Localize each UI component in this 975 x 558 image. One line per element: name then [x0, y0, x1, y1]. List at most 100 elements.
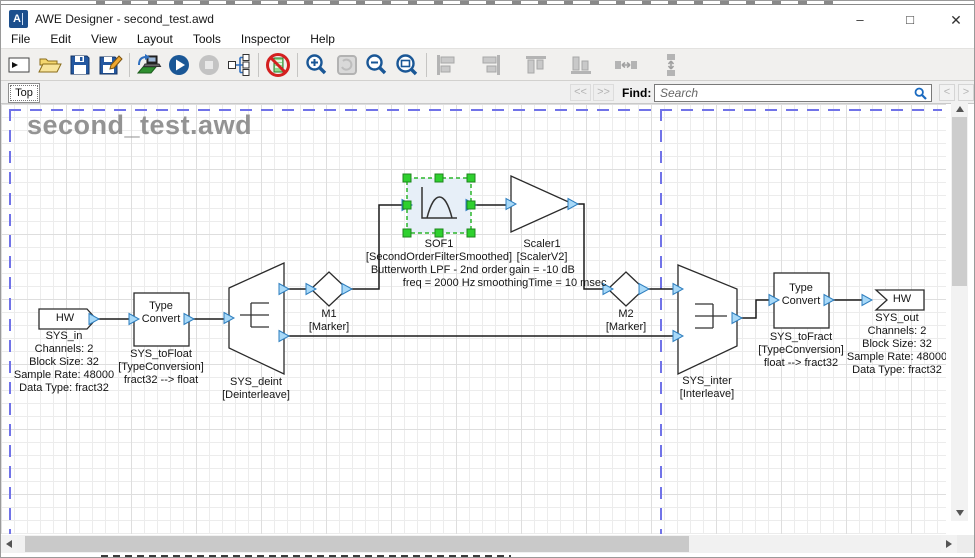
- app-logo-letter: A: [13, 13, 21, 25]
- toolbar: [1, 48, 975, 81]
- open-folder-icon: [37, 52, 63, 78]
- scroll-right-button[interactable]: [941, 535, 957, 553]
- horizontal-scrollbar[interactable]: [1, 535, 957, 553]
- horizontal-scroll-thumb[interactable]: [25, 536, 689, 552]
- new-design-icon: [7, 52, 33, 78]
- zoom-out-button[interactable]: [362, 50, 392, 80]
- save-icon: [67, 52, 93, 78]
- align-right-icon: [478, 52, 504, 78]
- selection-handle[interactable]: [467, 229, 475, 237]
- find-prev-button[interactable]: <: [939, 84, 955, 101]
- selection-handle[interactable]: [467, 201, 475, 209]
- distribute-vertical-icon: [658, 52, 684, 78]
- stop-button[interactable]: [194, 50, 224, 80]
- block-sys-tofloat[interactable]: [134, 293, 189, 346]
- block-sys-tofract[interactable]: [774, 273, 829, 328]
- history-forward-button[interactable]: >>: [593, 84, 614, 101]
- scroll-down-icon: [956, 510, 964, 516]
- align-right-button[interactable]: [476, 50, 506, 80]
- wire-scaler1-m2[interactable]: [577, 204, 604, 289]
- vertical-scroll-thumb[interactable]: [952, 117, 967, 286]
- toolbar-separator: [129, 53, 130, 77]
- zoom-selection-icon: [394, 52, 420, 78]
- port-sysin-out[interactable]: [89, 314, 99, 325]
- tab-top[interactable]: Top: [8, 83, 40, 103]
- vertical-scrollbar[interactable]: [951, 101, 968, 521]
- menu-bar: File Edit View Layout Tools Inspector He…: [1, 31, 975, 48]
- window-title: AWE Designer - second_test.awd: [35, 12, 214, 26]
- menu-edit[interactable]: Edit: [40, 31, 81, 48]
- disable-inspectors-button[interactable]: [263, 50, 293, 80]
- toolbar-separator: [297, 53, 298, 77]
- connect-target-icon: [136, 52, 162, 78]
- align-left-icon: [433, 52, 459, 78]
- menu-help[interactable]: Help: [300, 31, 345, 48]
- history-back-button[interactable]: <<: [570, 84, 591, 101]
- scroll-down-button[interactable]: [951, 505, 968, 521]
- scroll-left-button[interactable]: [1, 535, 17, 553]
- close-button[interactable]: ✕: [940, 7, 972, 31]
- selection-handle[interactable]: [403, 229, 411, 237]
- find-input[interactable]: [654, 84, 932, 102]
- zoom-actual-button[interactable]: [332, 50, 362, 80]
- distribute-horizontal-button[interactable]: [611, 50, 641, 80]
- app-logo-icon: A: [9, 10, 28, 28]
- block-sof1-selected[interactable]: [407, 178, 471, 233]
- block-sys-inter[interactable]: [678, 265, 737, 374]
- save-button[interactable]: [65, 50, 95, 80]
- new-design-button[interactable]: [5, 50, 35, 80]
- menu-tools[interactable]: Tools: [183, 31, 231, 48]
- zoom-in-button[interactable]: [302, 50, 332, 80]
- minimize-button[interactable]: –: [844, 7, 876, 31]
- play-icon: [166, 52, 192, 78]
- align-top-icon: [523, 52, 549, 78]
- selection-handle[interactable]: [467, 174, 475, 182]
- zoom-actual-icon: [334, 52, 360, 78]
- toolbar-separator: [426, 53, 427, 77]
- find-next-button[interactable]: >: [958, 84, 974, 101]
- maximize-button[interactable]: □: [894, 7, 926, 31]
- align-left-button[interactable]: [431, 50, 461, 80]
- port-scaler1-out[interactable]: [568, 199, 578, 210]
- disable-inspectors-icon: [265, 52, 291, 78]
- distribute-vertical-button[interactable]: [656, 50, 686, 80]
- selection-handle[interactable]: [403, 201, 411, 209]
- menu-inspector[interactable]: Inspector: [231, 31, 300, 48]
- distribute-horizontal-icon: [613, 52, 639, 78]
- selection-handle[interactable]: [435, 229, 443, 237]
- design-canvas[interactable]: second_test.awd: [1, 104, 946, 534]
- block-scaler1[interactable]: [511, 176, 573, 232]
- wire-inter-tofract[interactable]: [741, 300, 769, 318]
- diagram: [1, 104, 946, 534]
- stop-icon: [196, 52, 222, 78]
- connect-target-button[interactable]: [134, 50, 164, 80]
- tab-bar: Top << >> Find: < >: [1, 81, 975, 104]
- save-as-icon: [97, 52, 123, 78]
- save-as-button[interactable]: [95, 50, 125, 80]
- run-button[interactable]: [164, 50, 194, 80]
- wire-m1-sof1[interactable]: [351, 205, 403, 289]
- search-icon[interactable]: [914, 87, 927, 100]
- block-sys-out[interactable]: [876, 290, 924, 310]
- scrollbar-corner: [957, 535, 975, 553]
- selection-handle[interactable]: [435, 174, 443, 182]
- menu-file[interactable]: File: [1, 31, 40, 48]
- port-sysout-in[interactable]: [862, 295, 872, 306]
- title-bar: A AWE Designer - second_test.awd – □ ✕: [1, 4, 975, 31]
- open-button[interactable]: [35, 50, 65, 80]
- port-m1-out[interactable]: [342, 284, 352, 295]
- align-top-button[interactable]: [521, 50, 551, 80]
- propagate-changes-button[interactable]: [224, 50, 254, 80]
- scroll-up-icon: [956, 106, 964, 112]
- selection-handle[interactable]: [403, 174, 411, 182]
- scroll-up-button[interactable]: [951, 101, 968, 117]
- align-bottom-button[interactable]: [566, 50, 596, 80]
- menu-layout[interactable]: Layout: [127, 31, 183, 48]
- block-sys-in[interactable]: [39, 309, 96, 329]
- propagate-changes-icon: [226, 52, 252, 78]
- scroll-left-icon: [6, 540, 12, 548]
- zoom-selection-button[interactable]: [392, 50, 422, 80]
- menu-view[interactable]: View: [81, 31, 127, 48]
- port-m2-out[interactable]: [639, 284, 649, 295]
- block-sys-deint[interactable]: [229, 263, 284, 374]
